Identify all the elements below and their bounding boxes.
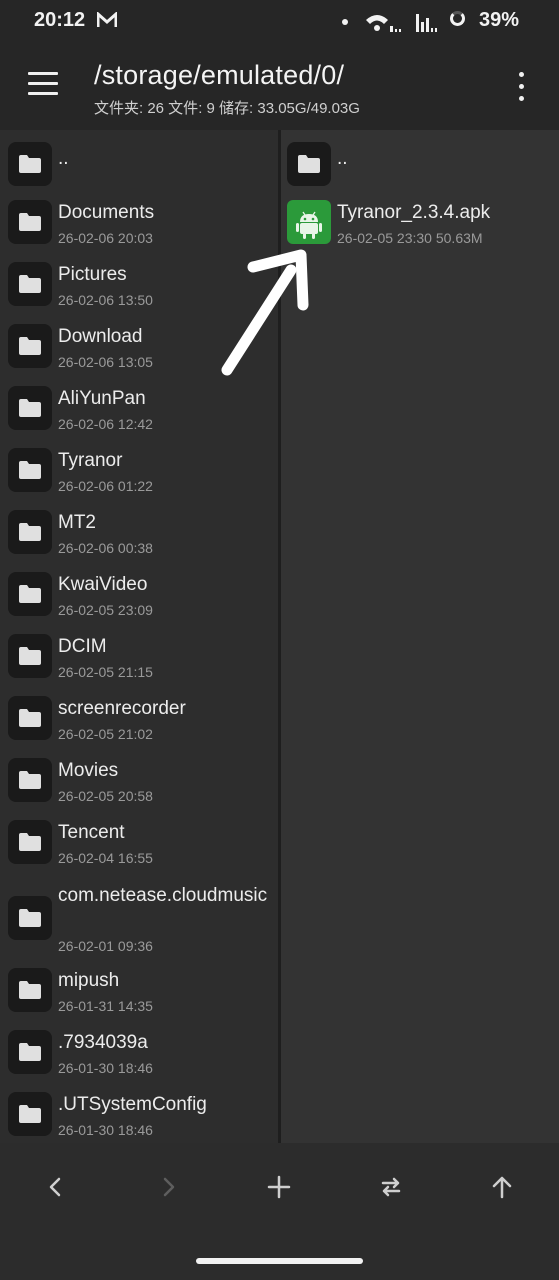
folder-icon bbox=[8, 572, 52, 616]
annotation-arrow-icon bbox=[221, 249, 309, 376]
home-indicator[interactable] bbox=[196, 1258, 363, 1264]
folder-date: 26-02-06 20:03 bbox=[58, 230, 153, 246]
folder-name: mipush bbox=[58, 970, 120, 991]
file-meta: 26-02-05 23:30 50.63M bbox=[337, 230, 483, 246]
bottom-toolbar bbox=[0, 1143, 559, 1280]
forward-icon[interactable] bbox=[148, 1167, 188, 1207]
parent-directory-item[interactable]: .. bbox=[0, 138, 278, 198]
folder-icon bbox=[8, 696, 52, 740]
folder-icon bbox=[8, 142, 52, 186]
folder-icon bbox=[8, 386, 52, 430]
folder-item[interactable]: Tyranor 26-02-06 01:22 bbox=[0, 446, 278, 508]
folder-date: 26-02-04 16:55 bbox=[58, 850, 153, 866]
parent-directory-label: .. bbox=[337, 148, 348, 169]
folder-name: screenrecorder bbox=[58, 698, 186, 719]
gmail-icon bbox=[97, 12, 117, 27]
status-time: 20:12 bbox=[34, 9, 86, 31]
parent-directory-item[interactable]: .. bbox=[281, 138, 559, 198]
folder-icon bbox=[8, 758, 52, 802]
folder-icon bbox=[8, 820, 52, 864]
folder-name: Tyranor bbox=[58, 450, 123, 471]
folder-item[interactable]: .UTSystemConfig 26-01-30 18:46 bbox=[0, 1090, 278, 1143]
folder-name: AliYunPan bbox=[58, 388, 146, 409]
folder-icon bbox=[8, 510, 52, 554]
folder-item[interactable]: AliYunPan 26-02-06 12:42 bbox=[0, 384, 278, 446]
battery-icon bbox=[450, 11, 465, 26]
folder-date: 26-02-05 23:09 bbox=[58, 602, 153, 618]
battery-percent: 39% bbox=[478, 9, 519, 31]
folder-name: MT2 bbox=[58, 512, 96, 533]
folder-name: DCIM bbox=[58, 636, 107, 657]
folder-item[interactable]: screenrecorder 26-02-05 21:02 bbox=[0, 694, 278, 756]
folder-item[interactable]: .7934039a 26-01-30 18:46 bbox=[0, 1028, 278, 1090]
folder-name: com.netease.cloudmusic bbox=[58, 885, 268, 906]
file-name: Tyranor_2.3.4.apk bbox=[337, 202, 491, 223]
more-options-icon[interactable] bbox=[514, 70, 528, 104]
folder-name: Pictures bbox=[58, 264, 127, 285]
folder-name: KwaiVideo bbox=[58, 574, 148, 595]
folder-icon bbox=[8, 448, 52, 492]
folder-item[interactable]: KwaiVideo 26-02-05 23:09 bbox=[0, 570, 278, 632]
folder-icon bbox=[8, 968, 52, 1012]
android-icon bbox=[287, 200, 331, 244]
folder-item[interactable]: DCIM 26-02-05 21:15 bbox=[0, 632, 278, 694]
folder-name: .7934039a bbox=[58, 1032, 148, 1053]
folder-name: Documents bbox=[58, 202, 155, 223]
folder-item[interactable]: Movies 26-02-05 20:58 bbox=[0, 756, 278, 818]
folder-date: 26-02-06 12:42 bbox=[58, 416, 153, 432]
folder-icon bbox=[8, 896, 52, 940]
folder-icon bbox=[8, 634, 52, 678]
folder-date: 26-01-30 18:46 bbox=[58, 1122, 153, 1138]
folder-date: 26-02-06 01:22 bbox=[58, 478, 153, 494]
folder-item[interactable]: mipush 26-01-31 14:35 bbox=[0, 966, 278, 1028]
folder-date: 26-02-01 09:36 bbox=[58, 938, 153, 954]
folder-item[interactable]: MT2 26-02-06 00:38 bbox=[0, 508, 278, 570]
folder-icon bbox=[287, 142, 331, 186]
folder-name: Movies bbox=[58, 760, 119, 781]
folder-date: 26-02-06 13:50 bbox=[58, 292, 153, 308]
right-file-pane[interactable]: .. Tyranor_2.3.4.apk 26-02-05 23:30 50.6… bbox=[281, 130, 559, 1143]
folder-item[interactable]: com.netease.cloudmusic 26-02-01 09:36 bbox=[0, 880, 278, 966]
status-icons bbox=[342, 14, 437, 32]
folder-icon bbox=[8, 200, 52, 244]
storage-summary: 文件夹: 26 文件: 9 储存: 33.05G/49.03G bbox=[94, 100, 360, 117]
app-header: /storage/emulated/0/ 文件夹: 26 文件: 9 储存: 3… bbox=[0, 42, 559, 130]
folder-icon bbox=[8, 1030, 52, 1074]
swap-icon[interactable] bbox=[371, 1167, 411, 1207]
folder-name: Tencent bbox=[58, 822, 125, 843]
folder-icon bbox=[8, 262, 52, 306]
folder-date: 26-01-30 18:46 bbox=[58, 1060, 153, 1076]
folder-date: 26-02-05 20:58 bbox=[58, 788, 153, 804]
parent-directory-label: .. bbox=[58, 148, 69, 169]
folder-name: Download bbox=[58, 326, 143, 347]
folder-icon bbox=[8, 1092, 52, 1136]
up-icon[interactable] bbox=[482, 1167, 522, 1207]
folder-date: 26-02-06 13:05 bbox=[58, 354, 153, 370]
folder-item[interactable]: Tencent 26-02-04 16:55 bbox=[0, 818, 278, 880]
menu-icon[interactable] bbox=[28, 72, 60, 96]
folder-date: 26-02-05 21:02 bbox=[58, 726, 153, 742]
current-path: /storage/emulated/0/ bbox=[94, 60, 345, 90]
file-item-apk[interactable]: Tyranor_2.3.4.apk 26-02-05 23:30 50.63M bbox=[281, 198, 559, 260]
back-icon[interactable] bbox=[36, 1167, 76, 1207]
add-icon[interactable] bbox=[259, 1167, 299, 1207]
folder-icon bbox=[8, 324, 52, 368]
status-bar: 20:12 39% bbox=[0, 0, 559, 42]
folder-date: 26-02-05 21:15 bbox=[58, 664, 153, 680]
folder-date: 26-02-06 00:38 bbox=[58, 540, 153, 556]
folder-name: .UTSystemConfig bbox=[58, 1094, 207, 1115]
folder-date: 26-01-31 14:35 bbox=[58, 998, 153, 1014]
